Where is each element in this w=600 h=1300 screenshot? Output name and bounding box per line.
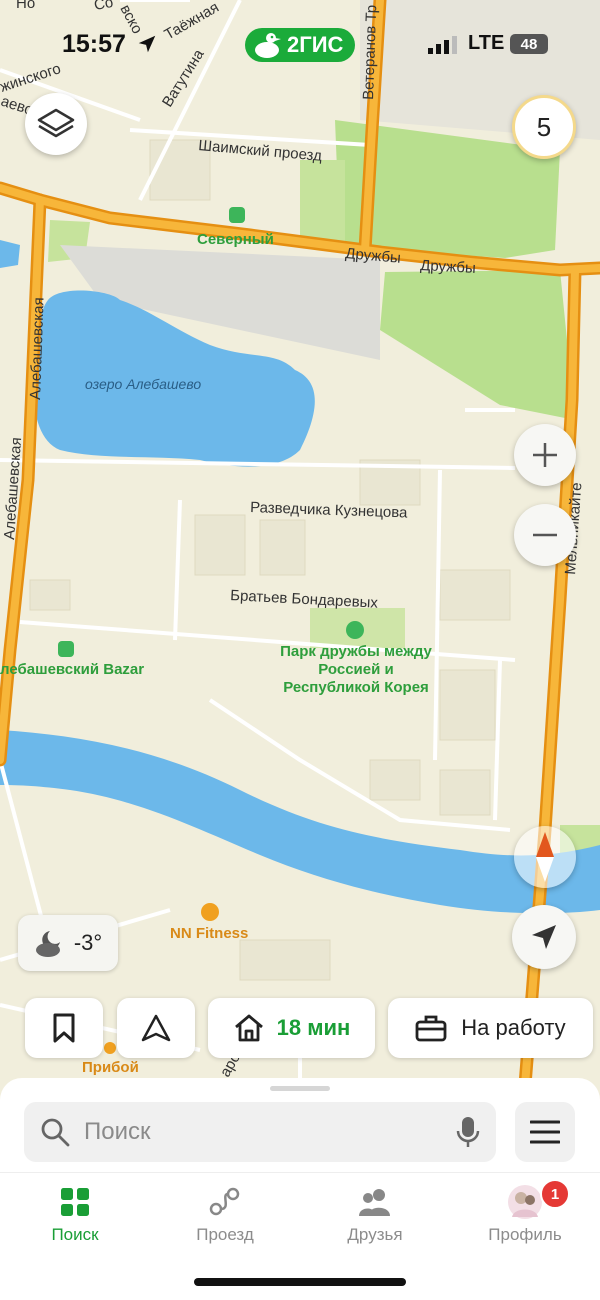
briefcase-icon bbox=[415, 1015, 447, 1042]
place-bazar: лебашевский Bazar bbox=[0, 661, 144, 678]
layers-icon bbox=[37, 108, 75, 138]
navigator-button[interactable] bbox=[117, 998, 195, 1058]
carrier-label: LTE bbox=[468, 32, 505, 54]
shop-icon bbox=[229, 207, 245, 223]
friends-icon bbox=[359, 1189, 390, 1216]
home-travel-time: 18 мин bbox=[276, 1015, 351, 1040]
location-arrow-icon bbox=[138, 35, 156, 53]
tree-icon bbox=[346, 621, 364, 639]
place-severny: Северный bbox=[197, 231, 274, 248]
home-icon bbox=[234, 1014, 263, 1042]
park-label: Россией и bbox=[318, 661, 393, 678]
route-work-button[interactable]: На работу bbox=[388, 998, 593, 1058]
brand-logo[interactable]: 2ГИС bbox=[245, 28, 355, 62]
count-value: 5 bbox=[536, 111, 552, 142]
shop-icon bbox=[58, 641, 74, 657]
battery-level: 48 bbox=[520, 35, 538, 53]
tab-label: Друзья bbox=[347, 1225, 403, 1244]
place-fitness: NN Fitness bbox=[170, 925, 248, 942]
tab-friends[interactable]: Друзья bbox=[315, 1185, 435, 1245]
badge-count: 1 bbox=[550, 1185, 560, 1203]
lake-label: озеро Алебашево bbox=[85, 376, 201, 392]
grid-icon bbox=[61, 1188, 89, 1216]
weather-temp: -3° bbox=[73, 930, 103, 955]
tab-label: Поиск bbox=[51, 1225, 99, 1244]
hamburger-icon bbox=[530, 1120, 560, 1144]
brand-name: 2ГИС bbox=[287, 32, 344, 57]
street-label: Дружбы bbox=[420, 257, 476, 277]
fitness-icon bbox=[201, 903, 219, 921]
tab-route[interactable]: Проезд bbox=[165, 1185, 285, 1245]
route-home-button[interactable]: 18 мин bbox=[208, 998, 375, 1058]
weather-widget[interactable]: -3° bbox=[18, 915, 118, 971]
bookmarks-button[interactable] bbox=[25, 998, 103, 1058]
park-label: Парк дружбы между bbox=[280, 643, 432, 660]
sheet-drag-handle[interactable] bbox=[270, 1086, 330, 1091]
zoom-out-button[interactable] bbox=[514, 504, 576, 566]
navigation-arrow-icon bbox=[532, 925, 556, 949]
search-input[interactable] bbox=[82, 1117, 426, 1147]
goose-icon bbox=[255, 33, 281, 58]
microphone-icon[interactable] bbox=[456, 1116, 480, 1148]
signal-icon bbox=[428, 36, 457, 54]
tab-bar: Поиск Проезд Друзья Профиль bbox=[0, 1172, 600, 1253]
tab-label: Проезд bbox=[196, 1225, 254, 1244]
park-label: Республикой Корея bbox=[283, 679, 429, 696]
my-location-button[interactable] bbox=[512, 905, 576, 969]
notification-badge: 1 bbox=[540, 1179, 570, 1209]
work-label: На работу bbox=[461, 1015, 566, 1040]
compass-icon bbox=[536, 832, 554, 882]
navigator-icon bbox=[141, 1014, 171, 1042]
status-bar: 15:57 2ГИС LTE 48 bbox=[0, 28, 600, 64]
menu-button[interactable] bbox=[515, 1102, 575, 1162]
moon-cloud-icon bbox=[35, 931, 60, 957]
street-label: Но bbox=[16, 0, 35, 12]
search-bar[interactable] bbox=[24, 1102, 496, 1162]
tab-search[interactable]: Поиск bbox=[15, 1185, 135, 1245]
battery-indicator: 48 bbox=[510, 34, 548, 54]
avatar bbox=[508, 1185, 542, 1219]
minus-icon bbox=[533, 533, 557, 537]
plus-icon bbox=[533, 443, 557, 467]
layers-button[interactable] bbox=[25, 93, 87, 155]
tab-label: Профиль bbox=[488, 1225, 562, 1244]
search-icon bbox=[41, 1118, 70, 1147]
avatar-image bbox=[512, 1192, 538, 1217]
place-priboy: Прибой bbox=[82, 1059, 139, 1076]
compass-button[interactable] bbox=[514, 826, 576, 888]
bookmark-icon bbox=[53, 1013, 75, 1043]
pin-icon bbox=[104, 1042, 116, 1054]
street-label: Алебашевская bbox=[27, 297, 48, 400]
status-time: 15:57 bbox=[62, 30, 126, 58]
home-indicator[interactable] bbox=[194, 1278, 406, 1286]
park-area bbox=[300, 160, 345, 245]
route-icon bbox=[209, 1187, 240, 1216]
zoom-in-button[interactable] bbox=[514, 424, 576, 486]
count-badge-button[interactable]: 5 bbox=[512, 95, 576, 159]
